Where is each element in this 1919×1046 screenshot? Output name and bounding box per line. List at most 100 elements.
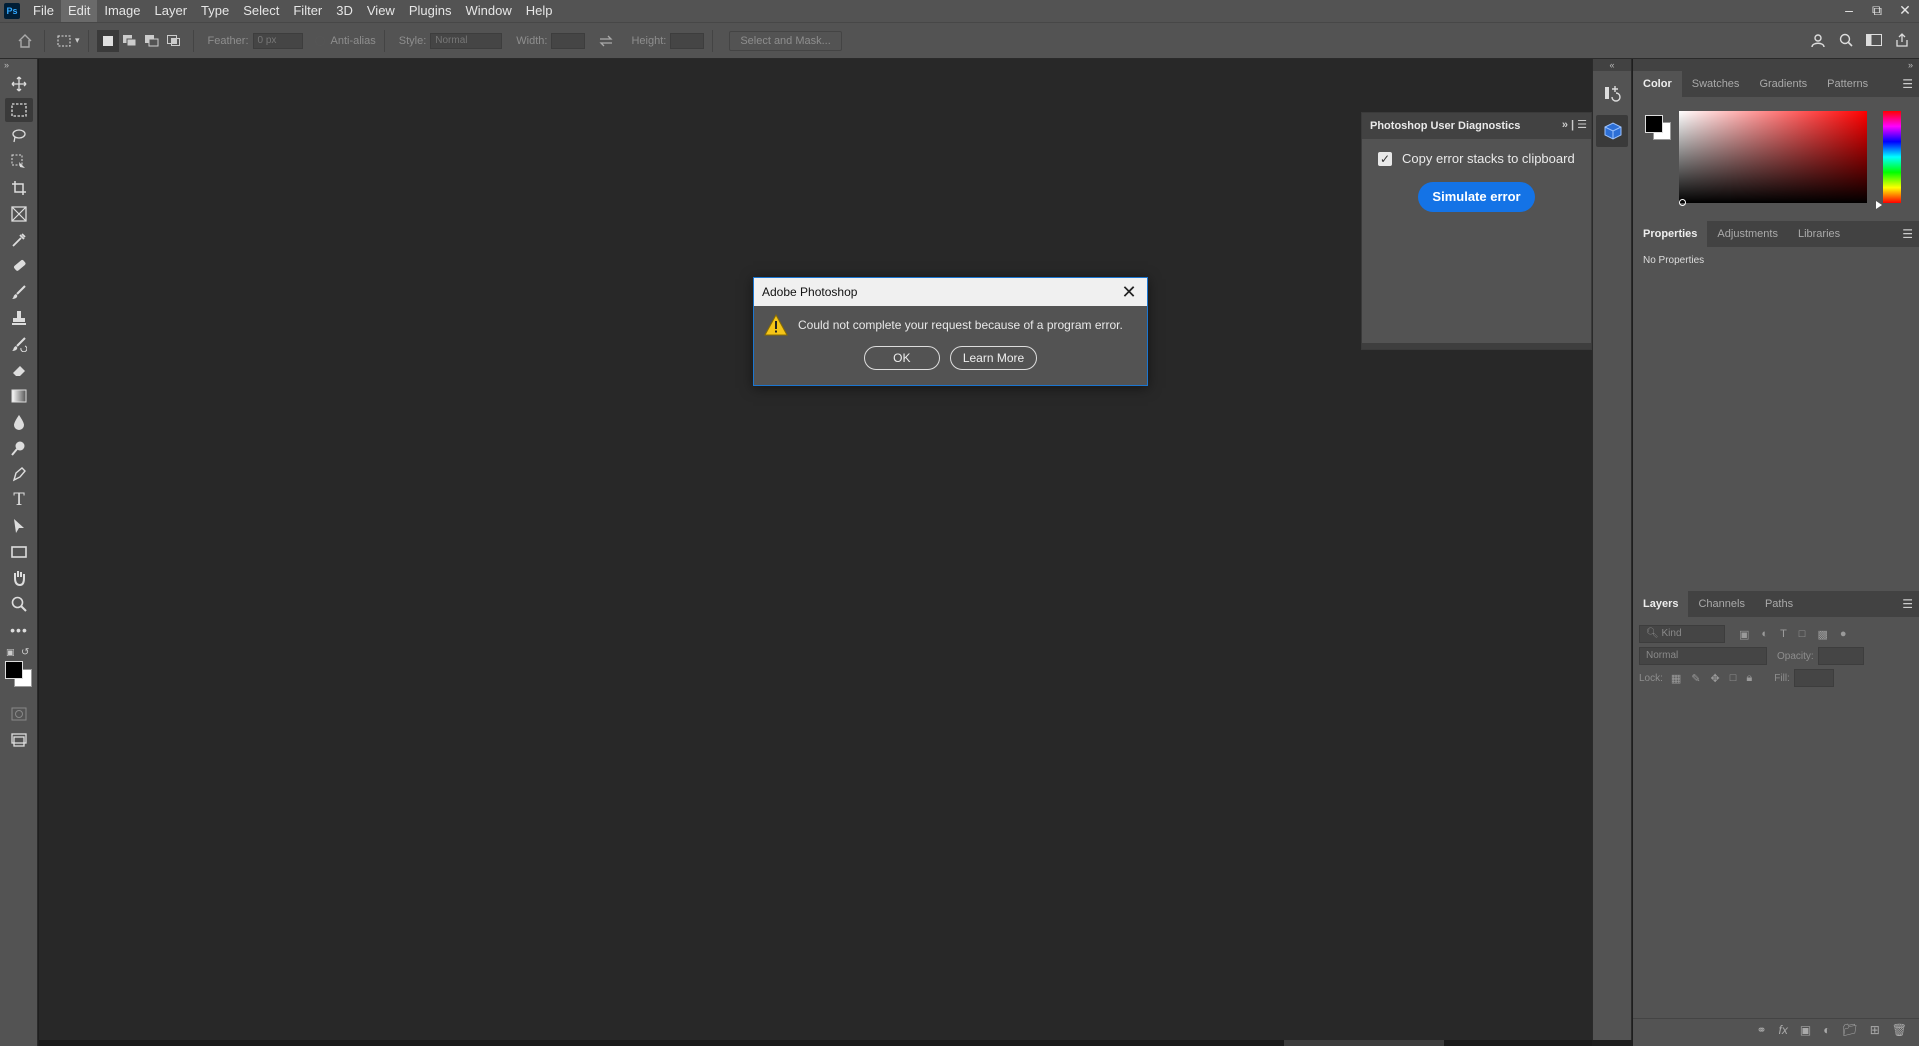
panel-menu-icon[interactable]: ☰: [1902, 227, 1913, 241]
feather-input[interactable]: 0 px: [252, 32, 303, 49]
default-colors-icon[interactable]: ▣: [6, 647, 15, 658]
tab-properties[interactable]: Properties: [1633, 221, 1708, 247]
copy-stacks-checkbox[interactable]: ✓: [1378, 151, 1392, 166]
blend-mode-select[interactable]: Normal: [1639, 647, 1767, 665]
simulate-error-button[interactable]: Simulate error: [1418, 182, 1535, 212]
menu-image[interactable]: Image: [97, 0, 147, 22]
crop-icon[interactable]: [0, 175, 38, 201]
new-selection-icon[interactable]: [96, 29, 119, 52]
stamp-icon[interactable]: [0, 305, 38, 331]
filter-type-icon[interactable]: T: [1780, 628, 1787, 641]
horizontal-scrollbar[interactable]: [39, 1040, 1592, 1046]
height-input[interactable]: [670, 32, 705, 49]
fx-icon[interactable]: fx: [1779, 1023, 1788, 1037]
expand-tools-icon[interactable]: »: [0, 59, 37, 71]
tab-channels[interactable]: Channels: [1688, 591, 1754, 617]
fill-input[interactable]: [1793, 669, 1834, 687]
lock-all-icon[interactable]: 🔒︎: [1746, 672, 1752, 685]
lock-transparent-icon[interactable]: ▦: [1671, 672, 1681, 685]
tab-color[interactable]: Color: [1633, 71, 1682, 97]
filter-smart-object-icon[interactable]: ▩: [1817, 628, 1827, 641]
menu-window[interactable]: Window: [458, 0, 518, 22]
collapse-dock-icon[interactable]: «: [1593, 59, 1631, 71]
panel-menu-icon[interactable]: ☰: [1902, 597, 1913, 611]
marquee-icon[interactable]: [0, 97, 38, 123]
minimize-button[interactable]: –: [1835, 0, 1863, 20]
zoom-icon[interactable]: [0, 591, 38, 617]
lasso-icon[interactable]: [0, 123, 38, 149]
add-selection-icon[interactable]: [119, 30, 141, 52]
subtract-selection-icon[interactable]: [141, 30, 163, 52]
diagnostics-plugin-icon[interactable]: [1596, 115, 1628, 147]
gradient-icon[interactable]: [0, 383, 38, 409]
link-layers-icon[interactable]: ⚭: [1756, 1023, 1766, 1037]
share-icon[interactable]: [1891, 29, 1913, 51]
style-select[interactable]: Normal: [430, 32, 503, 49]
path-select-icon[interactable]: [0, 513, 38, 539]
tab-layers[interactable]: Layers: [1633, 591, 1689, 617]
tab-adjustments[interactable]: Adjustments: [1707, 221, 1788, 247]
menu-layer[interactable]: Layer: [148, 0, 195, 22]
panel-collapse-icon[interactable]: » | ☰: [1562, 118, 1587, 131]
ok-button[interactable]: OK: [863, 346, 940, 370]
menu-select[interactable]: Select: [236, 0, 286, 22]
blur-icon[interactable]: [0, 409, 38, 435]
filter-adjustment-icon[interactable]: ◐: [1761, 628, 1768, 641]
pen-icon[interactable]: [0, 461, 38, 487]
panel-resize-edge[interactable]: [1362, 343, 1591, 349]
copy-stacks-row[interactable]: ✓ Copy error stacks to clipboard: [1362, 139, 1591, 166]
learn-more-button[interactable]: Learn More: [949, 346, 1038, 370]
menu-type[interactable]: Type: [194, 0, 236, 22]
menu-help[interactable]: Help: [519, 0, 560, 22]
color-fg-swatch[interactable]: [1645, 115, 1663, 133]
eyedropper-icon[interactable]: [0, 227, 38, 253]
brush-icon[interactable]: [0, 279, 38, 305]
close-window-button[interactable]: ✕: [1891, 0, 1919, 20]
swap-colors-icon[interactable]: ↺: [21, 647, 29, 658]
screen-mode-icon[interactable]: [0, 727, 38, 753]
add-mask-icon[interactable]: ▣: [1800, 1023, 1811, 1037]
history-brush-icon[interactable]: [0, 331, 38, 357]
foreground-color-swatch[interactable]: [5, 661, 23, 679]
filter-toggle-icon[interactable]: ●: [1840, 628, 1847, 641]
quick-mask-icon[interactable]: [0, 701, 38, 727]
scrollbar-thumb[interactable]: [1284, 1040, 1444, 1046]
history-panel-icon[interactable]: [1596, 77, 1628, 109]
menu-file[interactable]: File: [26, 0, 61, 22]
workspace-icon[interactable]: [1863, 29, 1885, 51]
menu-filter[interactable]: Filter: [286, 0, 329, 22]
more-icon[interactable]: •••: [0, 617, 38, 643]
color-field[interactable]: [1679, 111, 1867, 203]
move-icon[interactable]: [0, 71, 38, 97]
chevron-down-icon[interactable]: ▾: [75, 35, 80, 46]
tab-libraries[interactable]: Libraries: [1788, 221, 1850, 247]
intersect-selection-icon[interactable]: [163, 30, 185, 52]
object-select-icon[interactable]: [0, 149, 38, 175]
menu-plugins[interactable]: Plugins: [402, 0, 459, 22]
eraser-icon[interactable]: [0, 357, 38, 383]
tab-paths[interactable]: Paths: [1755, 591, 1803, 617]
hue-slider[interactable]: [1883, 111, 1901, 203]
menu-view[interactable]: View: [360, 0, 402, 22]
hand-icon[interactable]: [0, 565, 38, 591]
lock-pixels-icon[interactable]: ✎: [1691, 672, 1700, 685]
filter-shape-icon[interactable]: □: [1799, 628, 1806, 641]
hue-slider-handle[interactable]: [1876, 201, 1882, 209]
home-icon[interactable]: [14, 30, 36, 52]
tab-gradients[interactable]: Gradients: [1749, 71, 1817, 97]
menu-edit[interactable]: Edit: [60, 0, 98, 22]
filter-pixel-icon[interactable]: ▣: [1739, 628, 1749, 641]
menu-3d[interactable]: 3D: [329, 0, 360, 22]
frame-icon[interactable]: [0, 201, 38, 227]
healing-icon[interactable]: [0, 253, 38, 279]
panel-menu-icon[interactable]: ☰: [1902, 77, 1913, 91]
adjustment-layer-icon[interactable]: ◐: [1823, 1023, 1830, 1037]
dodge-icon[interactable]: [0, 435, 38, 461]
color-picker-cursor[interactable]: [1679, 199, 1686, 206]
new-group-icon[interactable]: 📁︎: [1842, 1023, 1857, 1037]
anti-alias-checkbox[interactable]: [314, 35, 325, 46]
lock-position-icon[interactable]: ✥: [1711, 672, 1720, 685]
opacity-input[interactable]: [1817, 647, 1864, 665]
select-and-mask-button[interactable]: Select and Mask...: [729, 30, 842, 51]
new-layer-icon[interactable]: ⊞: [1870, 1023, 1880, 1037]
